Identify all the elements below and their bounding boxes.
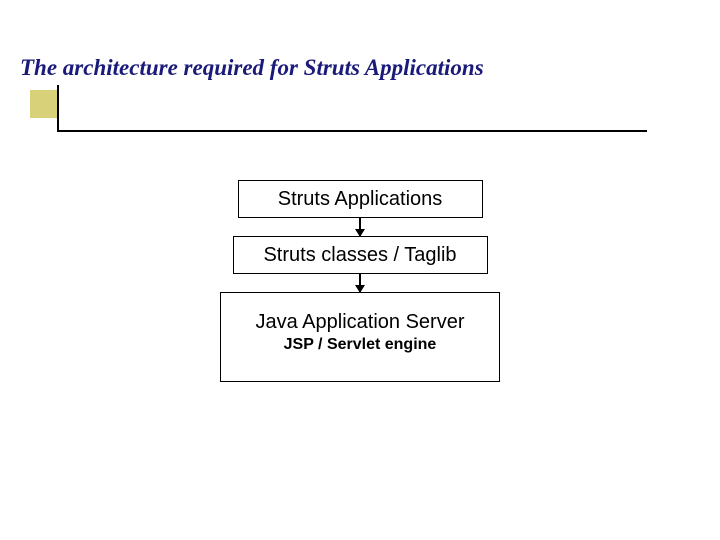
slide-title: The architecture required for Struts App… — [20, 55, 484, 81]
architecture-diagram: Struts Applications Struts classes / Tag… — [0, 180, 720, 382]
arrow-down-icon — [359, 218, 361, 236]
box-label-line1: Java Application Server — [221, 311, 499, 334]
decorative-square — [30, 90, 58, 118]
box-java-app-server: Java Application Server JSP / Servlet en… — [220, 292, 500, 382]
box-label: Struts classes / Taglib — [234, 244, 487, 267]
box-struts-classes: Struts classes / Taglib — [233, 236, 488, 274]
vertical-rule — [57, 85, 59, 132]
box-struts-applications: Struts Applications — [238, 180, 483, 218]
box-label: Struts Applications — [239, 188, 482, 211]
arrow-down-icon — [359, 274, 361, 292]
horizontal-rule — [57, 130, 647, 132]
box-label-line2: JSP / Servlet engine — [221, 336, 499, 354]
